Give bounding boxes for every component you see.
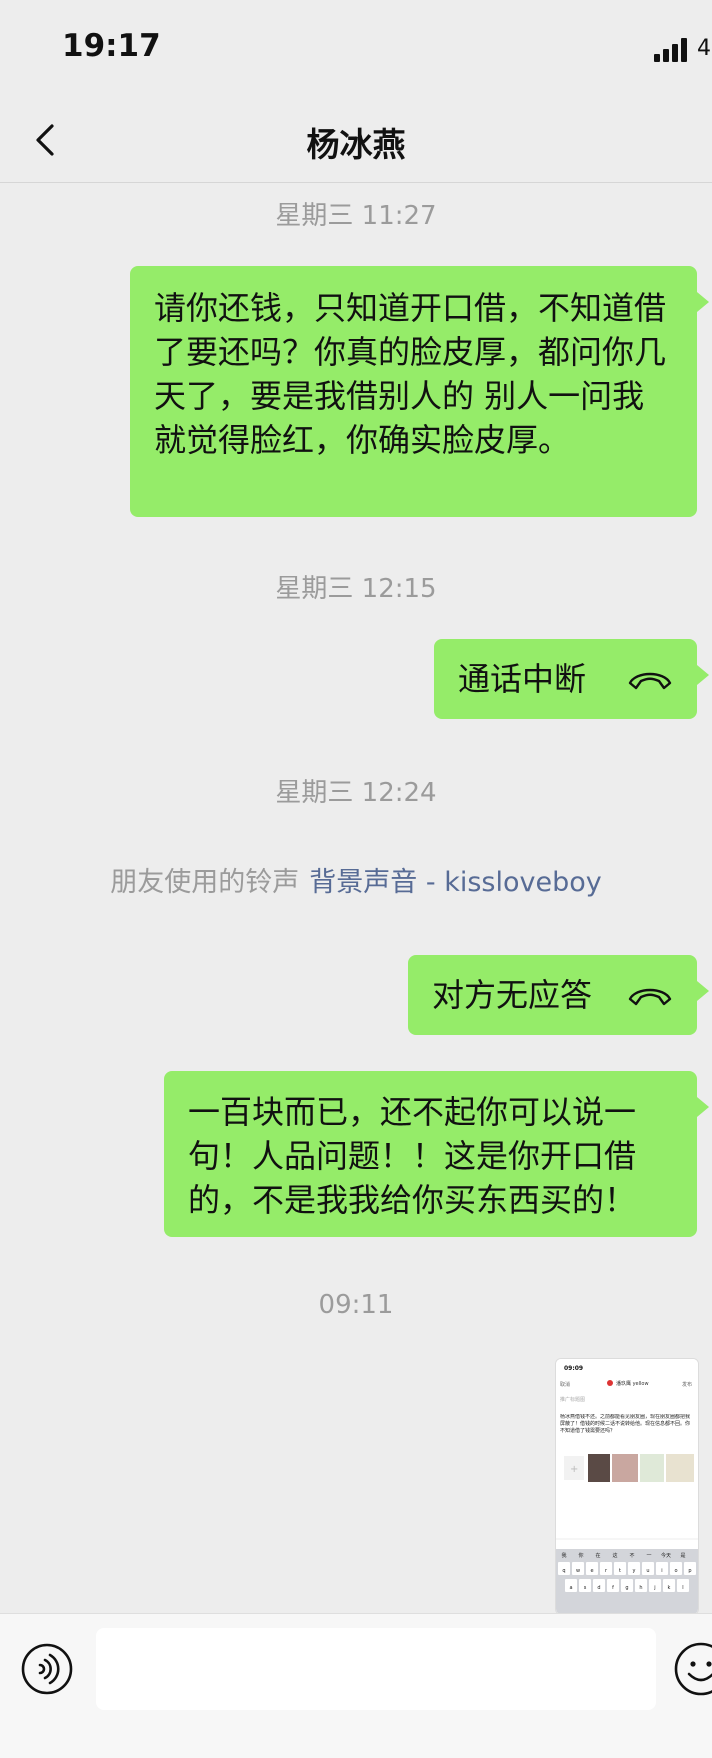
thumb-key-label: 一 [646,1553,651,1559]
thumb-key-label: d [597,1585,600,1591]
call-interrupted-bubble[interactable]: 通话中断 [434,639,709,719]
network-label: 4 [697,36,711,61]
input-bar [0,1613,712,1758]
status-bar: 19:17 4 [0,0,712,100]
thumb-key-label: 你 [578,1552,583,1559]
thumb-publish: 发布 [682,1381,692,1388]
voice-input-icon[interactable] [20,1642,74,1696]
timestamp: 星期三 11:27 [275,201,437,231]
thumb-key-label: u [646,1568,649,1574]
thumb-key-label: w [576,1568,580,1574]
thumb-key-label: a [569,1585,572,1591]
ringtone-notice: 朋友使用的铃声 背景声音 - kissloveboy [0,860,712,899]
thumb-key-label: e [590,1568,593,1574]
no-answer-bubble[interactable]: 对方无应答 [408,955,709,1035]
thumb-key-label: j [653,1585,655,1591]
thumb-key-label: 我 [561,1552,566,1559]
thumb-key-label: h [639,1585,642,1591]
timestamp: 星期三 12:24 [275,778,437,808]
message-bubble[interactable]: 请你还钱，只知道开口借，不知道借了要还吗？你真的脸皮厚，都问你几天了，要是我借别… [130,266,709,517]
signal-icon [654,38,692,62]
thumb-key-label: 在 [595,1552,600,1559]
timestamp: 星期三 12:15 [275,574,437,604]
image-message-thumbnail[interactable]: 09:09 取消 潘玖鹰 yellow 发布 推广标题图 杨冰燕借钱不还。之前都… [555,1358,699,1615]
thumb-key-label: q [562,1568,565,1574]
thumb-key-label: 今天 [661,1552,671,1559]
thumb-cancel: 取消 [560,1381,570,1388]
call-status-text: 通话中断 [458,660,587,698]
thumb-key-label: 是 [680,1553,685,1559]
ringtone-label: 朋友使用的铃声 [110,867,300,898]
message-text: 一百块而已，还不起你可以说一句！人品问题！！这是你开口借的，不是我我给你买东西买… [188,1093,637,1219]
thumb-key-label: o [674,1568,677,1574]
thumb-key-label: l [682,1585,683,1591]
phone-hangup-icon [628,988,672,1006]
thumb-key-label: 不 [629,1553,634,1559]
thumb-key-label: t [619,1568,621,1574]
thumb-key-label: 这 [612,1552,617,1559]
phone-hangup-icon [628,672,672,690]
message-bubble[interactable]: 一百块而已，还不起你可以说一句！人品问题！！这是你开口借的，不是我我给你买东西买… [164,1071,709,1237]
message-input[interactable] [96,1628,656,1710]
message-text: 请你还钱，只知道开口借，不知道借了要还吗？你真的脸皮厚，都问你几天了，要是我借别… [154,289,667,459]
thumb-key-label: y [633,1568,636,1574]
thumb-key-label: p [688,1568,691,1574]
thumb-account: 潘玖鹰 yellow [616,1380,649,1387]
thumb-key-label: g [625,1585,628,1591]
timestamp: 09:11 [318,1290,394,1320]
nav-bar: 杨冰燕 [0,100,712,183]
thumb-post-text: 杨冰燕借钱不还。之前都能看见朋友圈，现在朋友圈都把我屏蔽了！借钱的时候二话不说转… [560,1414,691,1434]
svg-text:+: + [570,1464,578,1475]
thumb-key-label: f [612,1585,614,1591]
ringtone-link[interactable]: 背景声音 - kissloveboy [309,867,601,898]
thumb-time: 09:09 [564,1365,583,1372]
thumb-hint: 推广标题图 [560,1396,585,1403]
thumb-key-label: i [661,1568,662,1574]
chat-title: 杨冰燕 [306,125,406,164]
thumb-key-label: s [584,1585,587,1591]
screenshot-image: 09:09 取消 潘玖鹰 yellow 发布 推广标题图 杨冰燕借钱不还。之前都… [556,1359,698,1614]
call-status-text: 对方无应答 [432,976,593,1014]
emoji-icon[interactable] [672,1640,712,1698]
status-time: 19:17 [62,28,161,64]
thumb-key-label: k [668,1585,671,1591]
